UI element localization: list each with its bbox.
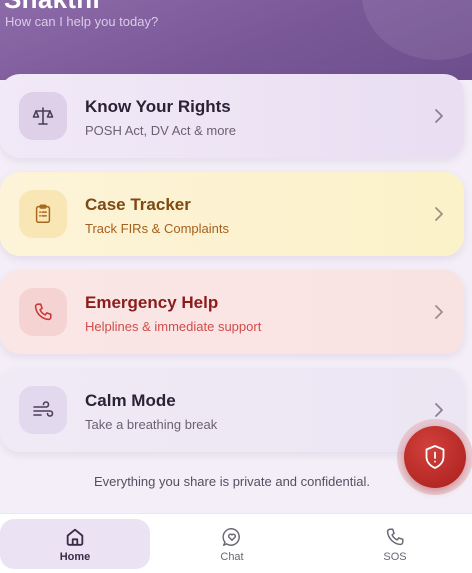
phone-icon [19, 288, 67, 336]
header: Shakthi How can I help you today? [0, 0, 472, 80]
chevron-right-icon [435, 207, 443, 221]
card-title: Calm Mode [85, 391, 176, 410]
privacy-note: Everything you share is private and conf… [93, 474, 371, 489]
home-icon [66, 528, 84, 546]
chat-heart-icon [222, 527, 240, 546]
nav-chat-label: Chat [220, 550, 244, 563]
chevron-right-icon [435, 305, 443, 319]
nav-chat[interactable]: Chat [157, 519, 307, 569]
card-title: Case Tracker [85, 195, 191, 214]
greeting-subtitle: How can I help you today? [5, 14, 159, 29]
card-subtitle: Track FIRs & Complaints [85, 221, 229, 236]
header-decoration [362, 0, 472, 60]
emergency-help-card[interactable]: Emergency Help Helplines & immediate sup… [0, 270, 464, 354]
know-your-rights-card[interactable]: Know Your Rights POSH Act, DV Act & more [0, 74, 464, 158]
card-subtitle: Helplines & immediate support [85, 319, 262, 334]
case-tracker-card[interactable]: Case Tracker Track FIRs & Complaints [0, 172, 464, 256]
card-subtitle: POSH Act, DV Act & more [85, 123, 236, 138]
sos-floating-button[interactable] [397, 419, 472, 495]
wind-icon [19, 386, 67, 434]
chevron-right-icon [435, 403, 443, 417]
nav-home-label: Home [59, 550, 91, 563]
scales-icon [19, 92, 67, 140]
nav-sos[interactable]: SOS [320, 519, 470, 569]
nav-home[interactable]: Home [0, 519, 150, 569]
sos-button-core [404, 426, 466, 488]
card-title: Know Your Rights [85, 97, 231, 116]
chevron-right-icon [435, 109, 443, 123]
nav-sos-label: SOS [383, 550, 407, 563]
card-title: Emergency Help [85, 293, 219, 312]
phone-icon [386, 527, 404, 545]
clipboard-icon [19, 190, 67, 238]
card-subtitle: Take a breathing break [85, 417, 218, 432]
calm-mode-card[interactable]: Calm Mode Take a breathing break [0, 368, 464, 452]
greeting-title: Shakthi [4, 0, 100, 15]
shield-alert-icon [425, 445, 445, 469]
bottom-navigation: Home Chat SOS [0, 513, 472, 573]
